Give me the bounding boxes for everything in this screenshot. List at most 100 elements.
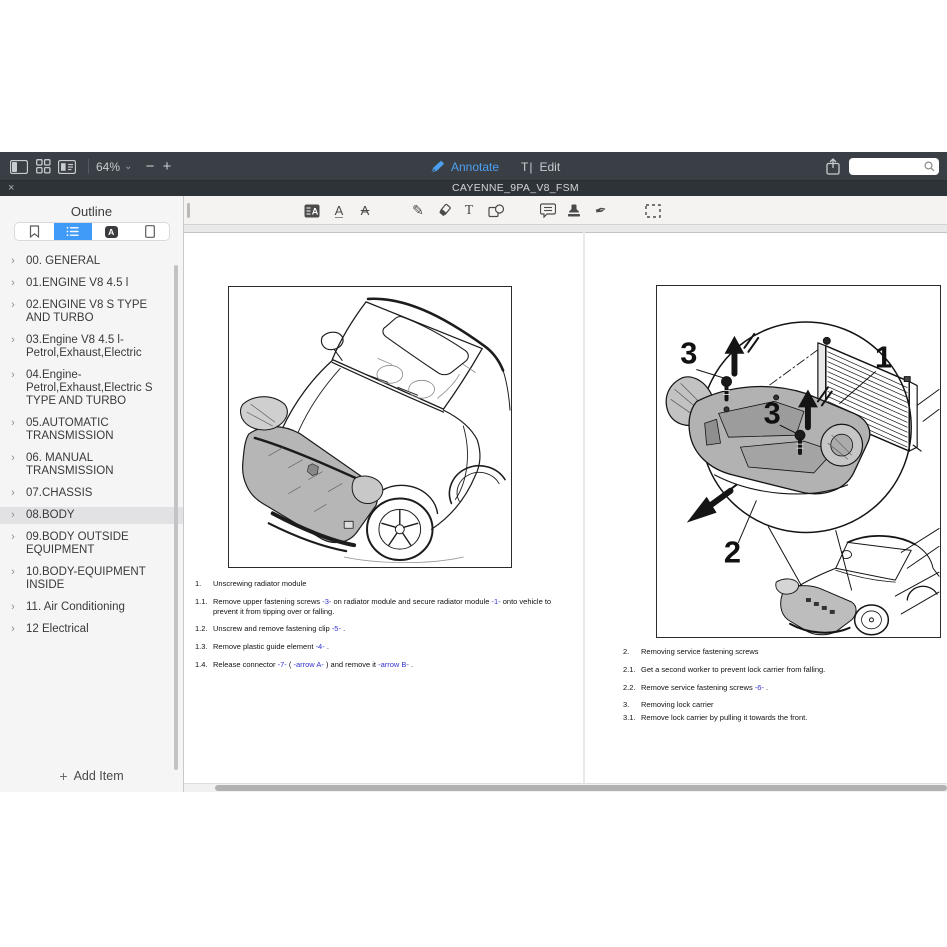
outline-item-07-chassis[interactable]: ›07.CHASSIS — [0, 485, 183, 502]
share-button[interactable] — [823, 152, 843, 181]
sidebar-header: Outline — [0, 196, 183, 219]
shapes-tool-button[interactable] — [486, 196, 506, 225]
sidebar-scrollbar[interactable] — [174, 265, 178, 770]
selection-marquee-icon — [645, 204, 661, 218]
page-thumbnails-icon — [145, 225, 155, 238]
tab-outline[interactable] — [54, 223, 93, 240]
toolbar-drag-handle[interactable] — [187, 203, 190, 218]
chevron-right-icon[interactable]: › — [0, 369, 26, 408]
arrow-reference-link[interactable]: -arrow A- — [293, 660, 323, 669]
add-item-button[interactable]: + Add Item — [0, 760, 183, 792]
plus-icon: + — [59, 768, 67, 784]
annotate-pen-icon — [430, 160, 445, 174]
search-icon — [924, 161, 935, 172]
annotate-label: Annotate — [451, 160, 499, 174]
step-1-1: 1.1. Remove upper fastening screws -3- o… — [195, 597, 567, 617]
zoom-level-dropdown[interactable]: 64% ⌄ — [96, 152, 132, 181]
text-highlight-icon: A — [304, 204, 320, 218]
chevron-right-icon[interactable]: › — [0, 623, 26, 636]
add-item-label: Add Item — [74, 769, 124, 783]
chevron-right-icon[interactable]: › — [0, 509, 26, 522]
text-tool-button[interactable]: T — [460, 196, 478, 225]
close-tab-button[interactable]: × — [8, 181, 14, 196]
callout-2: 2 — [724, 534, 741, 569]
reading-view-button[interactable] — [57, 152, 77, 181]
note-tool-button[interactable] — [538, 196, 558, 225]
arrow-reference-link[interactable]: -arrow B- — [378, 660, 409, 669]
callout-3b: 3 — [764, 395, 781, 430]
main-toolbar: 64% ⌄ − + Annotate T| Edit — [0, 152, 947, 181]
figure-lock-carrier-detail: 3 1 3 2 — [656, 285, 941, 638]
chevron-right-icon[interactable]: › — [0, 334, 26, 360]
toolbar-separator — [88, 159, 89, 174]
sidebar-toggle-button[interactable] — [9, 152, 29, 181]
edit-mode-button[interactable]: T| Edit — [521, 160, 560, 174]
tab-bookmarks[interactable] — [15, 223, 54, 240]
chevron-right-icon[interactable]: › — [0, 277, 26, 290]
pdf-app-window: 64% ⌄ − + Annotate T| Edit — [0, 152, 947, 793]
outline-item-08-body[interactable]: ›08.BODY — [0, 507, 183, 524]
pages-viewport[interactable]: 1. Unscrewing radiator module 1.1. Remov… — [184, 225, 947, 783]
document-area: A A A ✎ — [184, 196, 947, 792]
thumbnails-view-button[interactable] — [33, 152, 53, 181]
pencil-icon: ✎ — [412, 202, 424, 219]
zoom-in-button[interactable]: + — [159, 152, 175, 181]
outline-item-10-body-inside[interactable]: ›10.BODY-EQUIPMENT INSIDE — [0, 564, 183, 594]
annotate-mode-button[interactable]: Annotate — [430, 160, 499, 174]
mode-switcher: Annotate T| Edit — [430, 152, 560, 181]
outline-item-01-engine[interactable]: ›01.ENGINE V8 4.5 l — [0, 275, 183, 292]
step-3: 3. Removing lock carrier — [623, 700, 945, 710]
outline-list-icon — [66, 226, 79, 237]
outline-item-05-automatic-transmission[interactable]: ›05.AUTOMATIC TRANSMISSION — [0, 415, 183, 445]
comment-note-icon — [540, 203, 556, 218]
outline-item-02-engine-s[interactable]: ›02.ENGINE V8 S TYPE AND TURBO — [0, 297, 183, 327]
horizontal-scrollbar[interactable] — [184, 783, 947, 792]
sidebar-panel-icon — [10, 160, 28, 174]
horizontal-scrollbar-thumb[interactable] — [215, 785, 947, 791]
outline-item-11-air-conditioning[interactable]: ›11. Air Conditioning — [0, 599, 183, 616]
annotations-icon: A — [105, 226, 118, 238]
part-reference-link[interactable]: -4- — [316, 642, 325, 651]
chevron-right-icon[interactable]: › — [0, 487, 26, 500]
part-reference-link[interactable]: -7- — [278, 660, 287, 669]
text-tool-icon: T — [465, 203, 474, 219]
edit-text-icon: T| — [521, 160, 533, 174]
outline-item-09-body-outside[interactable]: ›09.BODY OUTSIDE EQUIPMENT — [0, 529, 183, 559]
lock-carrier-diagram: 3 1 3 2 — [657, 286, 940, 637]
outline-item-04-engine-petrol-s[interactable]: ›04.Engine-Petrol,Exhaust,Electric S TYP… — [0, 367, 183, 410]
instruction-steps-right: 2. Removing service fastening screws 2.1… — [623, 647, 945, 731]
stamp-tool-button[interactable] — [564, 196, 584, 225]
chevron-right-icon[interactable]: › — [0, 417, 26, 443]
pencil-tool-button[interactable]: ✎ — [409, 196, 427, 225]
highlight-tool-button[interactable]: A — [303, 196, 321, 225]
underline-tool-button[interactable]: A — [330, 196, 348, 225]
outline-item-03-engine-petrol[interactable]: ›03.Engine V8 4.5 l-Petrol,Exhaust,Elect… — [0, 332, 183, 362]
sidebar: Outline A — [0, 196, 184, 792]
tab-annotations[interactable]: A — [92, 223, 131, 240]
chevron-right-icon[interactable]: › — [0, 566, 26, 592]
eraser-tool-button[interactable] — [435, 196, 453, 225]
edit-label: Edit — [540, 160, 561, 174]
part-reference-link[interactable]: -6- — [755, 683, 764, 692]
pdf-page-right: 3 1 3 2 2. Removing service fastening sc… — [585, 232, 947, 783]
zoom-out-button[interactable]: − — [142, 152, 158, 181]
search-field[interactable] — [849, 158, 939, 175]
signature-tool-button[interactable]: ✒ — [591, 196, 611, 225]
bookmark-icon — [29, 225, 40, 238]
outline-item-06-manual-transmission[interactable]: ›06. MANUAL TRANSMISSION — [0, 450, 183, 480]
outline-item-00-general[interactable]: ›00. GENERAL — [0, 253, 183, 270]
chevron-right-icon[interactable]: › — [0, 452, 26, 478]
chevron-right-icon[interactable]: › — [0, 255, 26, 268]
part-reference-link[interactable]: -3- — [322, 597, 331, 606]
tab-page-thumbnails[interactable] — [131, 223, 170, 240]
selection-tool-button[interactable] — [642, 196, 664, 225]
part-reference-link[interactable]: -1- — [491, 597, 500, 606]
outline-item-12-electrical[interactable]: ›12 Electrical — [0, 621, 183, 638]
search-input[interactable] — [849, 161, 924, 172]
chevron-right-icon[interactable]: › — [0, 299, 26, 325]
part-reference-link[interactable]: -5- — [332, 624, 341, 633]
strikethrough-tool-button[interactable]: A — [356, 196, 374, 225]
chevron-right-icon[interactable]: › — [0, 531, 26, 557]
chevron-right-icon[interactable]: › — [0, 601, 26, 614]
pdf-page-left: 1. Unscrewing radiator module 1.1. Remov… — [184, 232, 583, 783]
